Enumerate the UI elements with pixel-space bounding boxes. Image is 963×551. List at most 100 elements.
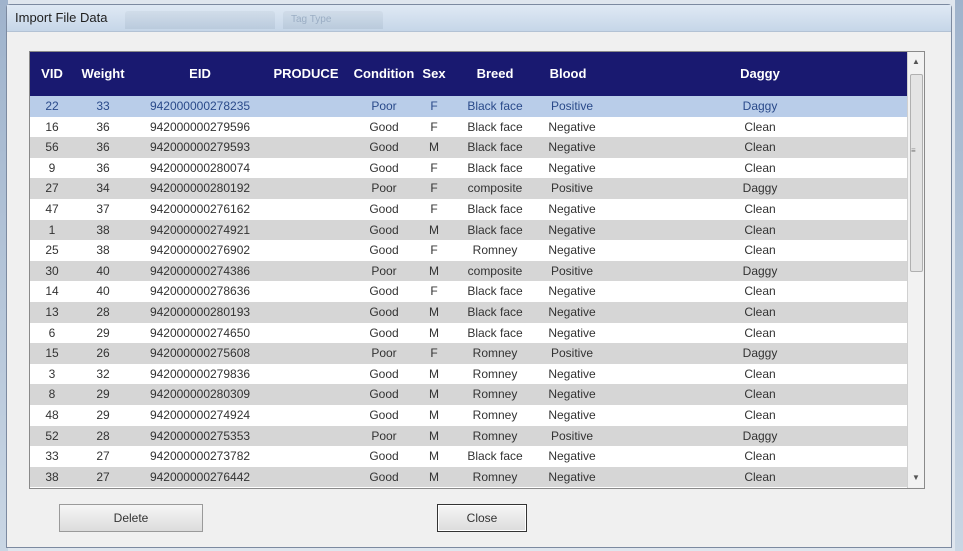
cell-sex[interactable]: M <box>420 137 448 158</box>
table-row[interactable]: 47 37 942000000276162 Good F Black face Negati… <box>30 199 910 220</box>
cell-eid[interactable]: 942000000275608 <box>140 343 260 364</box>
cell-weight[interactable]: 33 <box>72 96 134 117</box>
cell-breed[interactable]: Romney <box>454 343 536 364</box>
cell-weight[interactable]: 26 <box>72 343 134 364</box>
cell-breed[interactable]: Black face <box>454 220 536 241</box>
cell-condition[interactable]: Good <box>348 323 420 344</box>
cell-breed[interactable]: composite <box>454 261 536 282</box>
cell-eid[interactable]: 942000000279596 <box>140 117 260 138</box>
cell-eid[interactable]: 942000000280193 <box>140 302 260 323</box>
cell-weight[interactable]: 29 <box>72 384 134 405</box>
cell-sex[interactable]: F <box>420 343 448 364</box>
cell-blood[interactable]: Positive <box>536 96 608 117</box>
cell-breed[interactable]: Romney <box>454 467 536 488</box>
table-row[interactable]: 14 40 942000000278636 Good F Black face Negati… <box>30 281 910 302</box>
table-row[interactable]: 9 36 942000000280074 Good F Black face Negativ… <box>30 158 910 179</box>
cell-condition[interactable]: Good <box>348 117 420 138</box>
cell-produce[interactable] <box>264 467 348 488</box>
cell-condition[interactable]: Good <box>348 405 420 426</box>
cell-eid[interactable]: 942000000280192 <box>140 178 260 199</box>
cell-vid[interactable]: 1 <box>36 220 68 241</box>
table-row[interactable]: 48 29 942000000274924 Good M Romney Negative Cl… <box>30 405 910 426</box>
cell-sex[interactable]: F <box>420 281 448 302</box>
cell-produce[interactable] <box>264 364 348 385</box>
table-row[interactable]: 33 27 942000000273782 Good M Black face Negati… <box>30 446 910 467</box>
cell-eid[interactable]: 942000000274386 <box>140 261 260 282</box>
cell-blood[interactable]: Positive <box>536 426 608 447</box>
cell-sex[interactable]: M <box>420 261 448 282</box>
cell-breed[interactable]: Romney <box>454 364 536 385</box>
cell-sex[interactable]: M <box>420 426 448 447</box>
cell-condition[interactable]: Poor <box>348 343 420 364</box>
scroll-up-arrow-icon[interactable]: ▲ <box>908 54 924 70</box>
cell-produce[interactable] <box>264 117 348 138</box>
cell-weight[interactable]: 29 <box>72 405 134 426</box>
cell-produce[interactable] <box>264 96 348 117</box>
cell-weight[interactable]: 34 <box>72 178 134 199</box>
cell-blood[interactable]: Negative <box>536 281 608 302</box>
cell-produce[interactable] <box>264 343 348 364</box>
cell-sex[interactable]: F <box>420 96 448 117</box>
cell-condition[interactable]: Good <box>348 446 420 467</box>
column-header-eid[interactable]: EID <box>140 52 260 96</box>
cell-weight[interactable]: 37 <box>72 199 134 220</box>
cell-produce[interactable] <box>264 220 348 241</box>
cell-breed[interactable]: Black face <box>454 302 536 323</box>
cell-daggy[interactable]: Daggy <box>690 343 830 364</box>
cell-breed[interactable]: Romney <box>454 426 536 447</box>
cell-daggy[interactable]: Daggy <box>690 96 830 117</box>
table-row[interactable]: 3 32 942000000279836 Good M Romney Negative Cle… <box>30 364 910 385</box>
column-header-condition[interactable]: Condition <box>348 52 420 96</box>
cell-produce[interactable] <box>264 302 348 323</box>
cell-sex[interactable]: M <box>420 220 448 241</box>
cell-eid[interactable]: 942000000276442 <box>140 467 260 488</box>
cell-blood[interactable]: Positive <box>536 178 608 199</box>
cell-vid[interactable]: 6 <box>36 323 68 344</box>
cell-sex[interactable]: M <box>420 302 448 323</box>
cell-weight[interactable]: 27 <box>72 446 134 467</box>
cell-sex[interactable]: F <box>420 158 448 179</box>
cell-weight[interactable]: 36 <box>72 117 134 138</box>
cell-daggy[interactable]: Clean <box>690 220 830 241</box>
cell-blood[interactable]: Negative <box>536 199 608 220</box>
cell-blood[interactable]: Negative <box>536 405 608 426</box>
table-row[interactable]: 16 36 942000000279596 Good F Black face Negati… <box>30 117 910 138</box>
table-row[interactable]: 8 29 942000000280309 Good M Romney Negative Cle… <box>30 384 910 405</box>
column-header-breed[interactable]: Breed <box>454 52 536 96</box>
cell-breed[interactable]: Romney <box>454 384 536 405</box>
cell-eid[interactable]: 942000000274924 <box>140 405 260 426</box>
cell-produce[interactable] <box>264 446 348 467</box>
cell-breed[interactable]: Black face <box>454 199 536 220</box>
cell-sex[interactable]: M <box>420 384 448 405</box>
cell-weight[interactable]: 32 <box>72 364 134 385</box>
cell-eid[interactable]: 942000000280074 <box>140 158 260 179</box>
cell-sex[interactable]: F <box>420 117 448 138</box>
cell-daggy[interactable]: Daggy <box>690 178 830 199</box>
cell-weight[interactable]: 28 <box>72 426 134 447</box>
cell-produce[interactable] <box>264 240 348 261</box>
cell-vid[interactable]: 9 <box>36 158 68 179</box>
cell-daggy[interactable]: Clean <box>690 405 830 426</box>
cell-breed[interactable]: Black face <box>454 137 536 158</box>
cell-weight[interactable]: 38 <box>72 220 134 241</box>
column-header-sex[interactable]: Sex <box>420 52 448 96</box>
cell-weight[interactable]: 36 <box>72 158 134 179</box>
cell-vid[interactable]: 16 <box>36 117 68 138</box>
cell-condition[interactable]: Good <box>348 302 420 323</box>
cell-weight[interactable]: 38 <box>72 240 134 261</box>
cell-eid[interactable]: 942000000278235 <box>140 96 260 117</box>
cell-blood[interactable]: Negative <box>536 323 608 344</box>
cell-produce[interactable] <box>264 323 348 344</box>
column-header-vid[interactable]: VID <box>36 52 68 96</box>
cell-breed[interactable]: Black face <box>454 446 536 467</box>
column-header-blood[interactable]: Blood <box>536 52 600 96</box>
cell-produce[interactable] <box>264 384 348 405</box>
close-button[interactable]: Close <box>437 504 527 532</box>
table-row[interactable]: 52 28 942000000275353 Poor M Romney Positive Da… <box>30 425 910 447</box>
column-header-weight[interactable]: Weight <box>72 52 134 96</box>
cell-breed[interactable]: Romney <box>454 240 536 261</box>
cell-weight[interactable]: 27 <box>72 467 134 488</box>
cell-vid[interactable]: 38 <box>36 467 68 488</box>
cell-daggy[interactable]: Clean <box>690 467 830 488</box>
cell-sex[interactable]: M <box>420 446 448 467</box>
